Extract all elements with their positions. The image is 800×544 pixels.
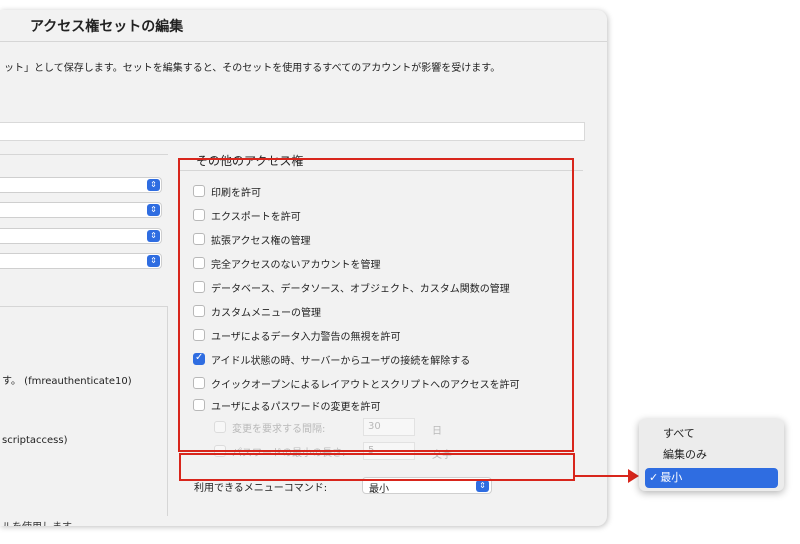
extended-privileges-list xyxy=(0,306,168,516)
title-bar: アクセス権セットの編集 xyxy=(0,10,607,42)
checkmark-icon: ✓ xyxy=(649,471,659,484)
dropdown-option-all[interactable]: すべて xyxy=(645,424,778,444)
dropdown-option-editing-only[interactable]: 編集のみ xyxy=(645,445,778,465)
arrow-line xyxy=(575,475,629,477)
menu-commands-value: 最小 xyxy=(369,484,389,495)
left-section-divider xyxy=(0,154,168,155)
menu-commands-label: 利用できるメニューコマンド: xyxy=(194,483,328,494)
privilege-set-name-input[interactable] xyxy=(0,122,585,141)
dialog-description: ット」として保存します。セットを編集すると、そのセットを使用するすべてのアカウン… xyxy=(4,63,501,74)
value-lists-popup[interactable]: ⇕ xyxy=(0,228,162,244)
updown-chevron-icon: ⇕ xyxy=(147,255,160,267)
dialog-title: アクセス権セットの編集 xyxy=(30,19,184,35)
scripts-popup[interactable]: ⇕ xyxy=(0,253,162,269)
highlight-box-menu-commands xyxy=(179,453,575,481)
dropdown-option-label: 最小 xyxy=(660,471,683,484)
layouts-popup[interactable]: ⇕ xyxy=(0,202,162,218)
footnote-text: ルを使用します。 xyxy=(2,518,81,526)
extended-privilege-item: す。 (fmreauthenticate10) xyxy=(2,376,132,387)
highlight-box-other-privileges xyxy=(178,158,574,452)
extended-privilege-item: scriptaccess) xyxy=(2,435,68,446)
updown-chevron-icon: ⇕ xyxy=(476,480,489,492)
arrow-head-icon xyxy=(628,469,639,483)
dropdown-option-minimum[interactable]: ✓ 最小 xyxy=(645,468,778,488)
menu-commands-dropdown: すべて 編集のみ ✓ 最小 xyxy=(639,419,784,491)
updown-chevron-icon: ⇕ xyxy=(147,230,160,242)
records-popup[interactable]: ⇕ xyxy=(0,177,162,193)
updown-chevron-icon: ⇕ xyxy=(147,204,160,216)
updown-chevron-icon: ⇕ xyxy=(147,179,160,191)
